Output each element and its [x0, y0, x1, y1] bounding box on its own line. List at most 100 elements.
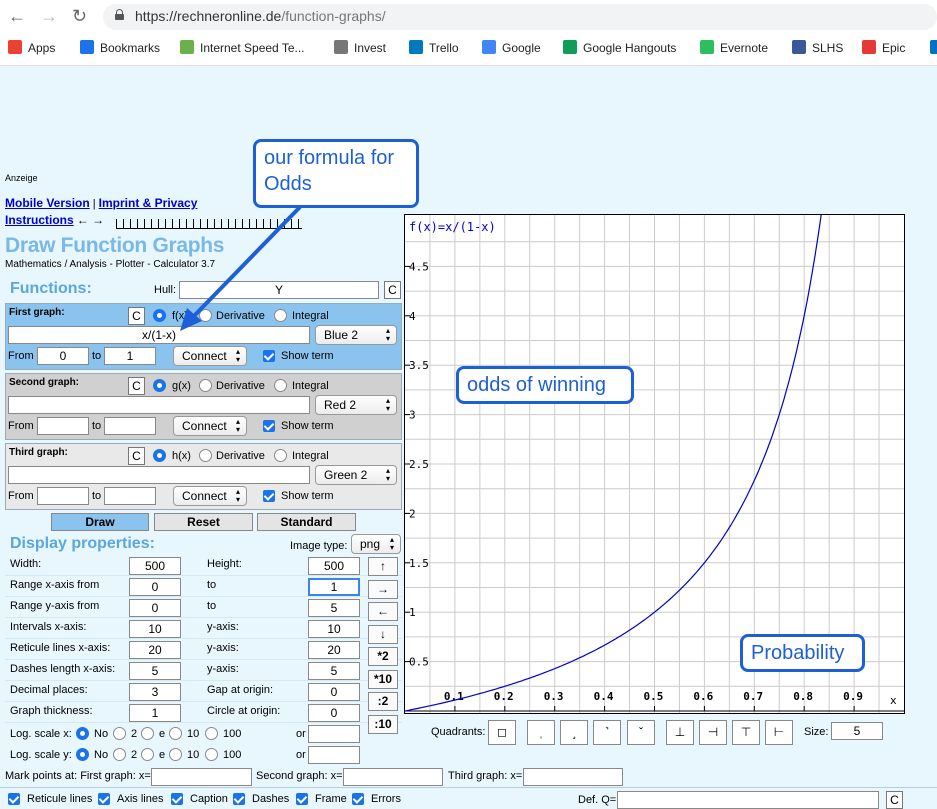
reload-icon[interactable]: ↻: [72, 6, 87, 27]
property-input[interactable]: [129, 704, 181, 722]
from-input[interactable]: [37, 487, 89, 505]
to-input[interactable]: [104, 347, 156, 365]
bookmark-6[interactable]: Google Hangouts: [563, 40, 676, 55]
to-input[interactable]: [104, 417, 156, 435]
range-button-3[interactable]: ↓: [368, 625, 398, 644]
property-input[interactable]: [129, 641, 181, 659]
defq-clear-button[interactable]: C: [886, 791, 903, 809]
footer-checkbox[interactable]: [8, 793, 20, 805]
from-input[interactable]: [37, 417, 89, 435]
log-radio[interactable]: [113, 748, 126, 761]
bookmark-0[interactable]: Apps: [8, 40, 55, 55]
fn-radio[interactable]: [153, 379, 166, 392]
log-radio[interactable]: [169, 748, 182, 761]
quadrant-button-3[interactable]: ˺: [593, 720, 621, 745]
forward-icon[interactable]: →: [40, 6, 58, 27]
image-type-select[interactable]: png: [351, 534, 401, 554]
bookmark-5[interactable]: Google: [482, 40, 541, 55]
range-button-7[interactable]: :10: [368, 715, 398, 734]
log-base-input[interactable]: [308, 746, 360, 764]
bookmark-2[interactable]: Internet Speed Te...: [180, 40, 305, 55]
property-input[interactable]: [308, 557, 360, 575]
integral-radio[interactable]: [274, 309, 287, 322]
instructions-link[interactable]: Instructions: [5, 213, 74, 227]
bookmark-1[interactable]: Bookmarks: [80, 40, 160, 55]
draw-button[interactable]: Draw: [51, 513, 149, 531]
derivative-radio[interactable]: [199, 449, 212, 462]
color-select[interactable]: Green 2: [315, 465, 397, 485]
property-input[interactable]: [308, 683, 360, 701]
range-button-0[interactable]: ↑: [368, 557, 398, 576]
property-input[interactable]: [129, 683, 181, 701]
standard-button[interactable]: Standard: [257, 513, 356, 531]
footer-checkbox[interactable]: [98, 793, 110, 805]
back-icon[interactable]: ←: [8, 6, 26, 27]
range-button-4[interactable]: *2: [368, 647, 398, 666]
hull-clear-button[interactable]: C: [384, 281, 401, 299]
term-input[interactable]: [8, 466, 310, 484]
property-input[interactable]: [129, 599, 181, 617]
quadrant-button-6[interactable]: ⊣: [699, 720, 727, 745]
log-radio[interactable]: [205, 727, 218, 740]
log-radio[interactable]: [76, 748, 89, 761]
fn-radio[interactable]: [153, 309, 166, 322]
clear-term-button[interactable]: C: [128, 307, 145, 325]
property-input[interactable]: [308, 704, 360, 722]
quadrant-button-1[interactable]: ˌ: [527, 720, 555, 745]
log-radio[interactable]: [205, 748, 218, 761]
bookmark-10[interactable]: O: [930, 40, 937, 55]
to-input[interactable]: [104, 487, 156, 505]
log-radio[interactable]: [76, 727, 89, 740]
integral-radio[interactable]: [274, 449, 287, 462]
mark-second-input[interactable]: [343, 768, 443, 786]
imprint-link[interactable]: Imprint & Privacy: [99, 196, 198, 210]
term-input[interactable]: [8, 396, 310, 414]
show-term-checkbox[interactable]: [263, 420, 275, 432]
property-input[interactable]: [308, 662, 360, 680]
show-term-checkbox[interactable]: [263, 350, 275, 362]
bookmark-9[interactable]: Epic: [862, 40, 905, 55]
footer-checkbox[interactable]: [171, 793, 183, 805]
term-input[interactable]: [8, 326, 310, 344]
property-input[interactable]: [308, 620, 360, 638]
property-input[interactable]: [308, 641, 360, 659]
log-radio[interactable]: [169, 727, 182, 740]
derivative-radio[interactable]: [199, 379, 212, 392]
mobile-version-link[interactable]: Mobile Version: [5, 196, 90, 210]
derivative-radio[interactable]: [199, 309, 212, 322]
color-select[interactable]: Red 2: [315, 395, 397, 415]
quadrant-button-5[interactable]: ⊥: [666, 720, 694, 745]
mark-third-input[interactable]: [523, 768, 623, 786]
footer-checkbox[interactable]: [296, 793, 308, 805]
bookmark-3[interactable]: Invest: [334, 40, 386, 55]
log-base-input[interactable]: [308, 725, 360, 743]
quadrant-button-0[interactable]: ◻: [488, 720, 516, 745]
property-input[interactable]: [308, 578, 360, 596]
quadrant-button-8[interactable]: ⊢: [765, 720, 793, 745]
quadrant-button-4[interactable]: ˇ: [627, 720, 655, 745]
connect-select[interactable]: Connect: [173, 416, 247, 436]
footer-checkbox[interactable]: [352, 793, 364, 805]
bookmark-7[interactable]: Evernote: [700, 40, 768, 55]
clear-term-button[interactable]: C: [128, 377, 145, 395]
quadrant-button-2[interactable]: ˼: [560, 720, 588, 745]
range-button-5[interactable]: *10: [368, 670, 398, 689]
range-button-6[interactable]: :2: [368, 692, 398, 711]
reset-button[interactable]: Reset: [154, 513, 253, 531]
fn-radio[interactable]: [153, 449, 166, 462]
log-radio[interactable]: [113, 727, 126, 740]
property-input[interactable]: [308, 599, 360, 617]
bookmark-8[interactable]: SLHS: [792, 40, 843, 55]
integral-radio[interactable]: [274, 379, 287, 392]
property-input[interactable]: [129, 578, 181, 596]
show-term-checkbox[interactable]: [263, 490, 275, 502]
log-radio[interactable]: [141, 727, 154, 740]
color-select[interactable]: Blue 2: [315, 325, 397, 345]
footer-checkbox[interactable]: [233, 793, 245, 805]
size-input[interactable]: [831, 722, 883, 740]
hull-input[interactable]: [179, 281, 379, 299]
defq-input[interactable]: [617, 791, 879, 809]
range-button-1[interactable]: →: [368, 580, 398, 599]
property-input[interactable]: [129, 662, 181, 680]
mark-first-input[interactable]: [151, 768, 252, 786]
